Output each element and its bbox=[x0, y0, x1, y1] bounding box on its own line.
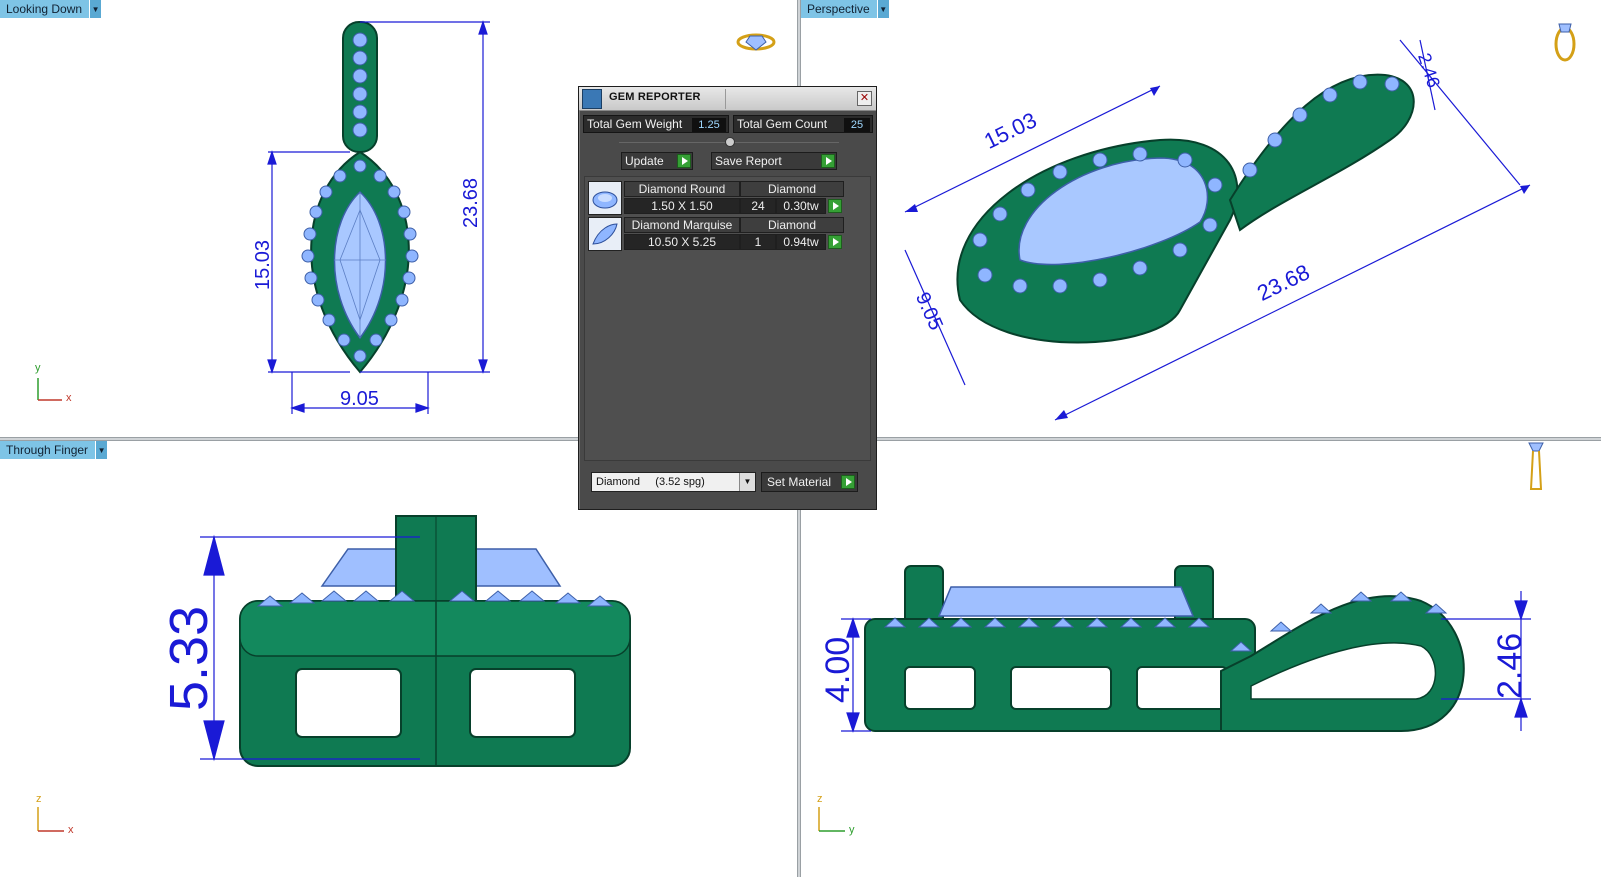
gem-material: Diamond bbox=[740, 217, 844, 233]
play-arrow-icon[interactable] bbox=[841, 475, 855, 489]
gem-material: Diamond bbox=[740, 181, 844, 197]
center-stone-side bbox=[937, 586, 1195, 617]
viewport-name: Perspective bbox=[801, 0, 877, 18]
viewport-name: Through Finger bbox=[0, 441, 96, 459]
axis-y-label: y bbox=[35, 362, 41, 374]
viewport-label-looking-down[interactable]: Looking Down ▼ bbox=[0, 0, 102, 18]
viewport-label-through-finger[interactable]: Through Finger ▼ bbox=[0, 441, 108, 459]
save-report-label: Save Report bbox=[715, 154, 782, 168]
play-arrow-icon[interactable] bbox=[821, 154, 835, 168]
gem-select-arrow-icon[interactable] bbox=[828, 199, 842, 213]
axis-z-label: z bbox=[36, 793, 42, 805]
axis-triad-yx bbox=[37, 378, 62, 401]
save-report-button[interactable]: Save Report bbox=[711, 152, 837, 170]
ring-perspective-icon bbox=[1554, 23, 1576, 62]
gem-weight: 0.30tw bbox=[776, 198, 826, 214]
gem-row[interactable]: Diamond Marquise Diamond 10.50 X 5.25 1 … bbox=[588, 217, 848, 251]
gallery-window-right bbox=[469, 668, 576, 738]
chevron-down-icon[interactable]: ▼ bbox=[89, 0, 102, 18]
viewport-perspective[interactable]: 15.03 2.46 23.68 9.05 Perspective ▼ bbox=[801, 0, 1601, 437]
axis-triad-zx bbox=[37, 807, 64, 832]
gem-reporter-app-icon bbox=[582, 89, 602, 109]
gem-name: Diamond Round bbox=[624, 181, 740, 197]
total-gem-count-value: 25 bbox=[844, 118, 870, 132]
total-gem-weight-box: Total Gem Weight 1.25 bbox=[583, 115, 729, 133]
play-arrow-icon[interactable] bbox=[677, 154, 691, 168]
dim-height: 5.33 bbox=[159, 605, 219, 711]
viewport-side[interactable]: 4.00 2.46 z y bbox=[801, 441, 1601, 877]
gem-count: 1 bbox=[740, 234, 776, 250]
gem-weight: 0.94tw bbox=[776, 234, 826, 250]
round-diamond-thumb-icon bbox=[588, 181, 622, 215]
set-material-label: Set Material bbox=[767, 475, 832, 489]
material-select[interactable]: Diamond (3.52 spg) ▼ bbox=[591, 472, 756, 492]
gem-select-arrow-icon[interactable] bbox=[828, 235, 842, 249]
gem-reporter-titlebar[interactable]: GEM REPORTER ✕ bbox=[579, 87, 876, 111]
total-gem-weight-label: Total Gem Weight bbox=[587, 117, 683, 131]
side-drawing bbox=[818, 442, 1544, 832]
dim-height-total: 23.68 bbox=[460, 177, 482, 228]
viewport-label-perspective[interactable]: Perspective ▼ bbox=[801, 0, 889, 18]
gem-reporter-panel[interactable]: GEM REPORTER ✕ Total Gem Weight 1.25 Tot… bbox=[578, 86, 877, 510]
total-gem-count-label: Total Gem Count bbox=[737, 117, 828, 131]
ring-top-icon bbox=[736, 33, 776, 51]
title-separator bbox=[725, 89, 726, 109]
axis-z-label: z bbox=[817, 793, 823, 805]
action-row: Update Save Report bbox=[579, 152, 876, 170]
pendant-bail bbox=[1228, 73, 1415, 232]
gem-row[interactable]: Diamond Round Diamond 1.50 X 1.50 24 0.3… bbox=[588, 181, 848, 215]
dim-height-halo: 15.03 bbox=[252, 239, 274, 290]
close-icon[interactable]: ✕ bbox=[857, 91, 872, 106]
gallery-window-left bbox=[295, 668, 402, 738]
gem-size: 1.50 X 1.50 bbox=[624, 198, 740, 214]
chevron-down-icon[interactable]: ▼ bbox=[876, 0, 889, 18]
perspective-drawing bbox=[904, 23, 1576, 421]
halo-band bbox=[239, 600, 631, 657]
gem-size: 10.50 X 5.25 bbox=[624, 234, 740, 250]
axis-triad-zy bbox=[818, 807, 845, 832]
viewport-name: Looking Down bbox=[0, 0, 90, 18]
collapse-toggle-icon[interactable] bbox=[725, 137, 735, 147]
dim-bail-height: 2.46 bbox=[1491, 632, 1529, 699]
axis-y-label: y bbox=[849, 824, 855, 836]
dim-body-height: 4.00 bbox=[819, 636, 857, 703]
chevron-down-icon[interactable]: ▼ bbox=[95, 441, 108, 459]
axis-x-label: x bbox=[66, 392, 72, 404]
gem-reporter-title: GEM REPORTER bbox=[609, 91, 701, 103]
material-selected-value: Diamond (3.52 spg) bbox=[596, 476, 705, 488]
gem-name: Diamond Marquise bbox=[624, 217, 740, 233]
ring-side-icon bbox=[1528, 442, 1544, 490]
gem-count: 24 bbox=[740, 198, 776, 214]
total-gem-count-box: Total Gem Count 25 bbox=[733, 115, 873, 133]
update-button[interactable]: Update bbox=[621, 152, 693, 170]
dim-width: 9.05 bbox=[340, 388, 379, 410]
set-material-button[interactable]: Set Material bbox=[761, 472, 858, 492]
axis-x-label: x bbox=[68, 824, 74, 836]
totals-row: Total Gem Weight 1.25 Total Gem Count 25 bbox=[583, 115, 873, 133]
total-gem-weight-value: 1.25 bbox=[692, 118, 726, 132]
marquise-diamond-thumb-icon bbox=[588, 217, 622, 251]
gem-list[interactable]: Diamond Round Diamond 1.50 X 1.50 24 0.3… bbox=[584, 176, 871, 461]
chevron-down-icon[interactable]: ▼ bbox=[739, 473, 755, 491]
update-label: Update bbox=[625, 154, 664, 168]
